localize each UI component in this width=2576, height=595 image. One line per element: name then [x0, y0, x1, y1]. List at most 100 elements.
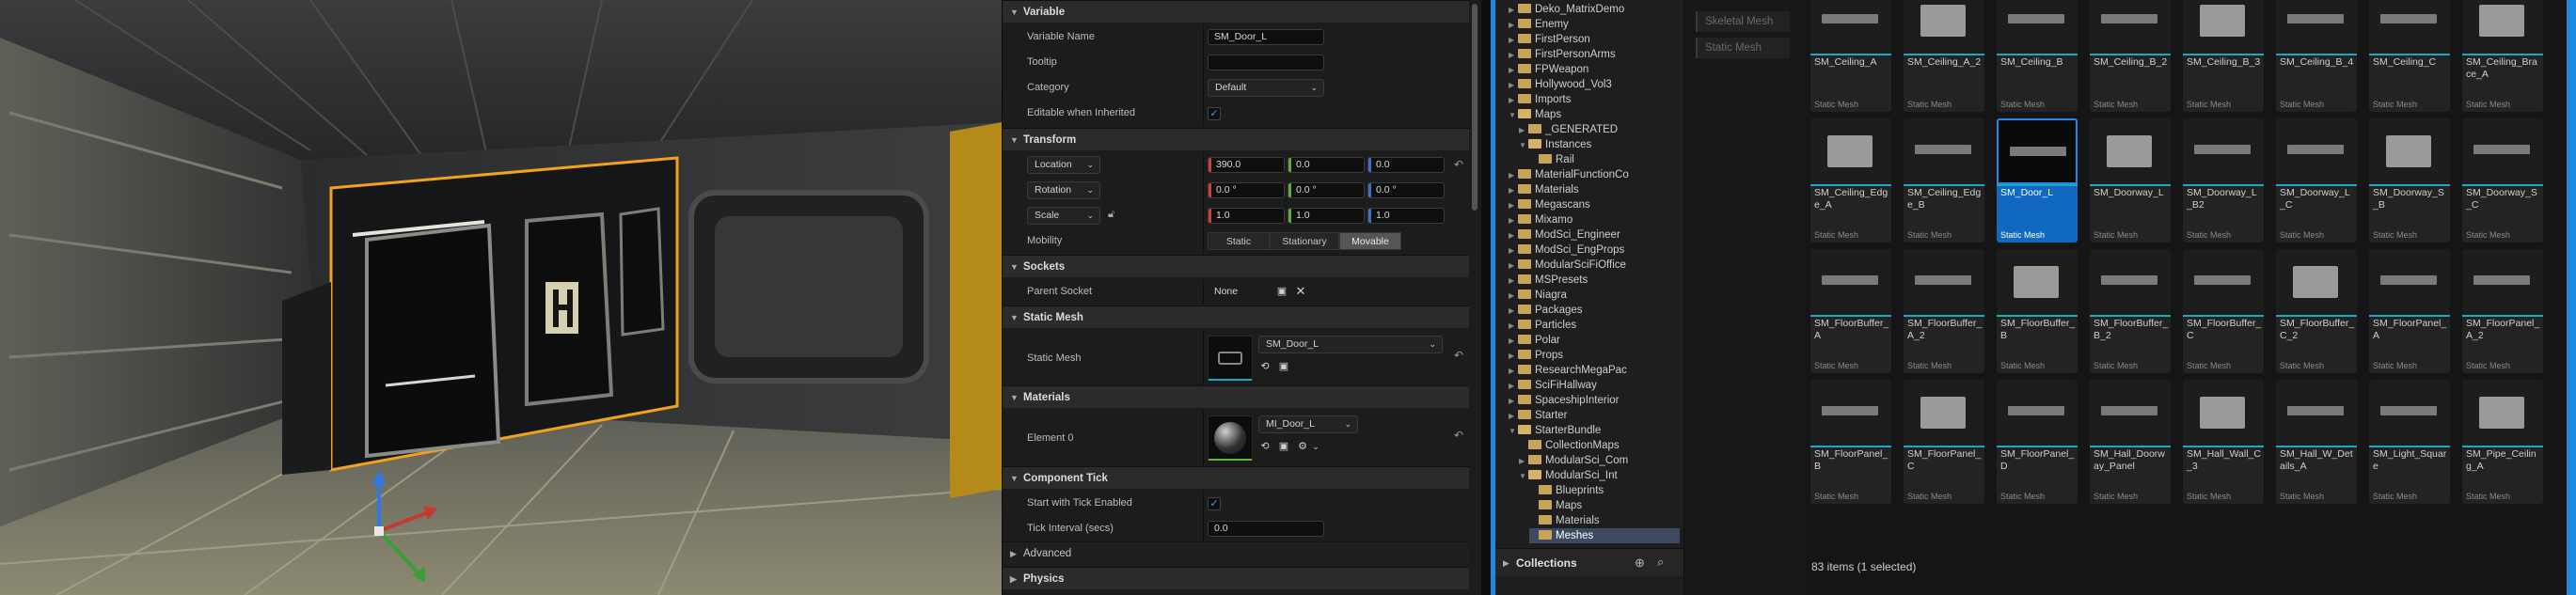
collapsed-arrow-icon[interactable]: ▶: [1509, 304, 1518, 319]
asset-tile[interactable]: SM_Hall_W_Details_A Static Mesh: [2276, 380, 2357, 504]
browse-folder-icon[interactable]: ▣: [1275, 285, 1288, 298]
scale-z-input[interactable]: 1.0: [1367, 208, 1445, 224]
collections-header[interactable]: ▶ Collections ⊕ ⌕: [1495, 548, 1683, 576]
reset-arrow-icon[interactable]: ↶: [1454, 158, 1463, 171]
tree-item[interactable]: ▶ Hollywood_Vol3: [1509, 77, 1680, 92]
section-component-tick[interactable]: ▼ Component Tick: [1003, 466, 1469, 489]
collapsed-arrow-icon[interactable]: ▶: [1509, 364, 1518, 379]
tree-item[interactable]: ▶ Materials: [1509, 182, 1680, 197]
section-static-mesh[interactable]: ▼ Static Mesh: [1003, 305, 1469, 328]
material-thumbnail[interactable]: [1208, 415, 1253, 461]
add-collection-icon[interactable]: ⊕: [1635, 556, 1645, 571]
chevron-down-icon[interactable]: ⌄: [1309, 440, 1322, 453]
search-icon[interactable]: ⌕: [1657, 555, 1664, 570]
asset-tile[interactable]: SM_Pipe_Ceiling_A Static Mesh: [2462, 380, 2543, 504]
collapsed-arrow-icon[interactable]: ▶: [1509, 289, 1518, 304]
collapsed-arrow-icon[interactable]: ▶: [1509, 93, 1518, 108]
mobility-static-button[interactable]: Static: [1208, 232, 1270, 250]
tree-item[interactable]: ▶ MSPresets: [1509, 273, 1680, 288]
tooltip-input[interactable]: [1208, 55, 1324, 70]
tree-item[interactable]: ▶ ModSci_EngProps: [1509, 243, 1680, 258]
browse-folder-icon[interactable]: ▣: [1277, 360, 1290, 373]
scale-x-input[interactable]: 1.0: [1208, 208, 1285, 224]
reset-arrow-icon[interactable]: ↶: [1454, 429, 1463, 442]
collapsed-arrow-icon[interactable]: ▶: [1509, 319, 1518, 334]
reset-arrow-icon[interactable]: ↶: [1454, 349, 1463, 362]
asset-tile[interactable]: SM_Ceiling_Edge_B Static Mesh: [1904, 118, 1984, 243]
expanded-arrow-icon[interactable]: ▼: [1519, 469, 1528, 484]
asset-tile[interactable]: SM_FloorPanel_D Static Mesh: [1997, 380, 2078, 504]
section-advanced[interactable]: ▶ Advanced: [1003, 541, 1469, 564]
collapsed-arrow-icon[interactable]: ▶: [1509, 379, 1518, 394]
asset-tile[interactable]: SM_FloorBuffer_B_2 Static Mesh: [2090, 249, 2171, 373]
browse-folder-icon[interactable]: ▣: [1277, 440, 1290, 453]
tree-item[interactable]: ▶ Polar: [1509, 333, 1680, 348]
location-x-input[interactable]: 390.0: [1208, 157, 1285, 173]
tree-item[interactable]: CollectionMaps: [1519, 438, 1680, 453]
collapsed-arrow-icon[interactable]: ▶: [1509, 48, 1518, 63]
category-dropdown[interactable]: Default ⌄: [1208, 79, 1324, 97]
collapsed-arrow-icon[interactable]: ▶: [1509, 274, 1518, 289]
tree-item[interactable]: ▶ SpaceshipInterior: [1509, 393, 1680, 408]
collapsed-arrow-icon[interactable]: ▶: [1509, 334, 1518, 349]
asset-tile[interactable]: SM_Ceiling_B_3 Static Mesh: [2183, 0, 2264, 112]
tree-item[interactable]: ▶ FPWeapon: [1509, 62, 1680, 77]
asset-tile[interactable]: SM_FloorBuffer_A_2 Static Mesh: [1904, 249, 1984, 373]
clear-x-icon[interactable]: ✕: [1294, 285, 1307, 298]
section-variable[interactable]: ▼ Variable: [1003, 0, 1469, 23]
tree-item[interactable]: ▼ Maps: [1509, 107, 1680, 122]
asset-tile[interactable]: SM_Doorway_L_B2 Static Mesh: [2183, 118, 2264, 243]
tree-item[interactable]: ▶ Deko_MatrixDemo: [1509, 2, 1680, 17]
tree-item[interactable]: ▶ Niagra: [1509, 288, 1680, 303]
asset-tile[interactable]: SM_FloorBuffer_A Static Mesh: [1810, 249, 1891, 373]
asset-tile[interactable]: SM_Hall_Doorway_Panel Static Mesh: [2090, 380, 2171, 504]
location-z-input[interactable]: 0.0: [1367, 157, 1445, 173]
settings-gear-icon[interactable]: ⚙: [1296, 440, 1309, 453]
tree-item[interactable]: ▶ Megascans: [1509, 197, 1680, 212]
expanded-arrow-icon[interactable]: ▼: [1509, 424, 1518, 439]
asset-tile[interactable]: SM_FloorPanel_C Static Mesh: [1904, 380, 1984, 504]
collapsed-arrow-icon[interactable]: ▶: [1509, 63, 1518, 78]
tree-item[interactable]: ▼ Instances: [1519, 137, 1680, 152]
static-mesh-thumbnail[interactable]: [1208, 336, 1253, 381]
section-materials[interactable]: ▼ Materials: [1003, 385, 1469, 408]
section-transform[interactable]: ▼ Transform: [1003, 128, 1469, 150]
tree-item[interactable]: ▶ ModSci_Engineer: [1509, 227, 1680, 243]
tree-item[interactable]: ▼ StarterBundle: [1509, 423, 1680, 438]
collapsed-arrow-icon[interactable]: ▶: [1509, 258, 1518, 274]
tick-enabled-checkbox[interactable]: ✓: [1208, 497, 1221, 510]
asset-tile[interactable]: SM_Ceiling_B_2 Static Mesh: [2090, 0, 2171, 112]
mobility-movable-button[interactable]: Movable: [1339, 232, 1401, 250]
collapsed-arrow-icon[interactable]: ▶: [1509, 243, 1518, 258]
details-scrollbar[interactable]: [1472, 4, 1478, 211]
tree-item[interactable]: Blueprints: [1529, 483, 1680, 498]
collapsed-arrow-icon[interactable]: ▶: [1509, 349, 1518, 364]
tree-item[interactable]: ▶ ModularSci_Com: [1519, 453, 1680, 468]
lock-icon[interactable]: 🔓︎: [1108, 209, 1114, 221]
editable-inherited-checkbox[interactable]: ✓: [1208, 107, 1221, 120]
mobility-stationary-button[interactable]: Stationary: [1270, 232, 1339, 250]
asset-tile[interactable]: SM_Ceiling_A_2 Static Mesh: [1904, 0, 1984, 112]
tree-item[interactable]: Materials: [1529, 513, 1680, 528]
tree-item[interactable]: Rail: [1529, 152, 1680, 167]
collapsed-arrow-icon[interactable]: ▶: [1509, 18, 1518, 33]
tree-item[interactable]: ▶ ResearchMegaPac: [1509, 363, 1680, 378]
section-physics[interactable]: ▶ Physics: [1003, 567, 1469, 589]
asset-tile[interactable]: SM_Doorway_L Static Mesh: [2090, 118, 2171, 243]
asset-tile[interactable]: SM_FloorBuffer_C_2 Static Mesh: [2276, 249, 2357, 373]
rotation-y-input[interactable]: 0.0 °: [1288, 182, 1365, 198]
asset-tile[interactable]: SM_Light_Square Static Mesh: [2369, 380, 2450, 504]
tree-item[interactable]: ▶ FirstPersonArms: [1509, 47, 1680, 62]
level-viewport[interactable]: [0, 0, 1002, 595]
tree-item[interactable]: ▶ Mixamo: [1509, 212, 1680, 227]
scale-mode-dropdown[interactable]: Scale ⌄: [1027, 207, 1100, 225]
use-selected-arrow-icon[interactable]: ⟲: [1258, 440, 1272, 453]
expanded-arrow-icon[interactable]: ▼: [1519, 138, 1528, 153]
collapsed-arrow-icon[interactable]: ▶: [1519, 454, 1528, 469]
tree-item[interactable]: ▶ Imports: [1509, 92, 1680, 107]
location-mode-dropdown[interactable]: Location ⌄: [1027, 156, 1100, 174]
collapsed-arrow-icon[interactable]: ▶: [1509, 409, 1518, 424]
asset-tile[interactable]: SM_FloorPanel_B Static Mesh: [1810, 380, 1891, 504]
asset-tile[interactable]: SM_Ceiling_C Static Mesh: [2369, 0, 2450, 112]
tree-item[interactable]: Meshes: [1529, 528, 1680, 543]
